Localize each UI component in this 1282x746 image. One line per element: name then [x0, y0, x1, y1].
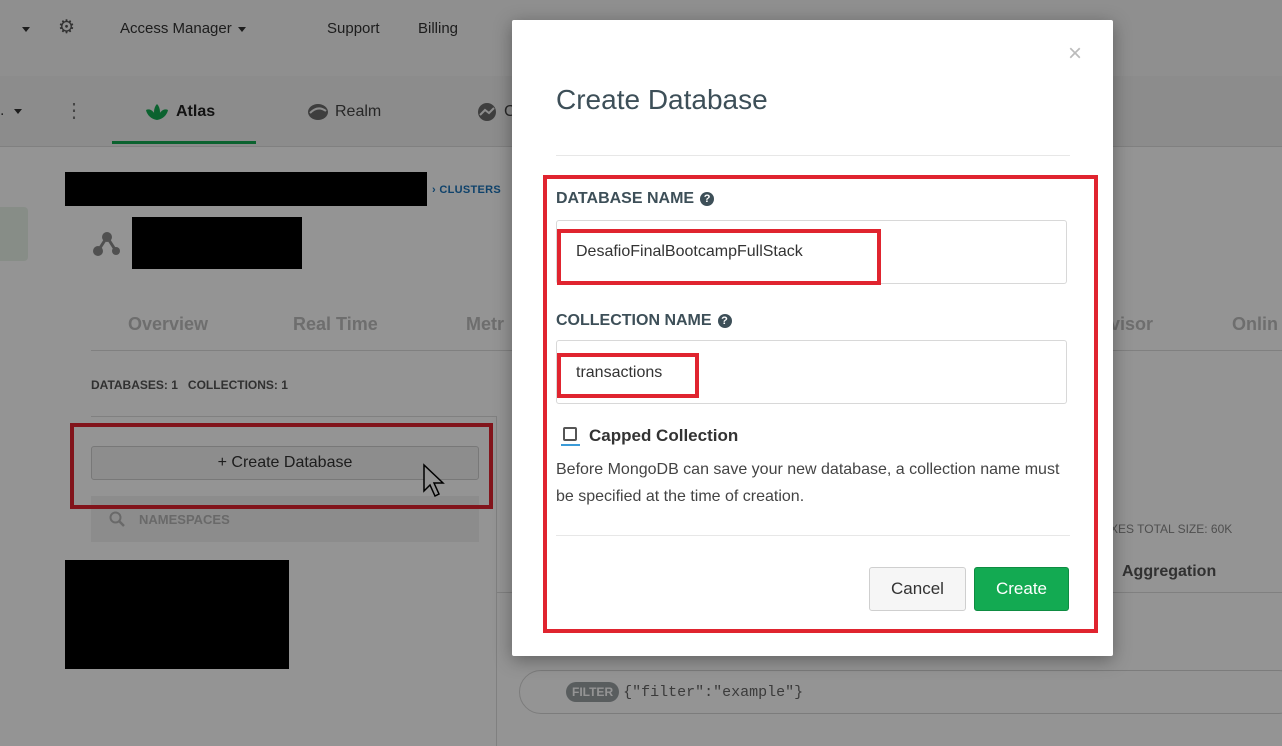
- annotation-box-collection-name: [557, 353, 699, 398]
- annotation-box-database-name: [557, 229, 881, 285]
- close-icon[interactable]: ×: [1068, 42, 1082, 66]
- dialog-header-divider: [556, 155, 1070, 156]
- dialog-title: Create Database: [556, 84, 768, 115]
